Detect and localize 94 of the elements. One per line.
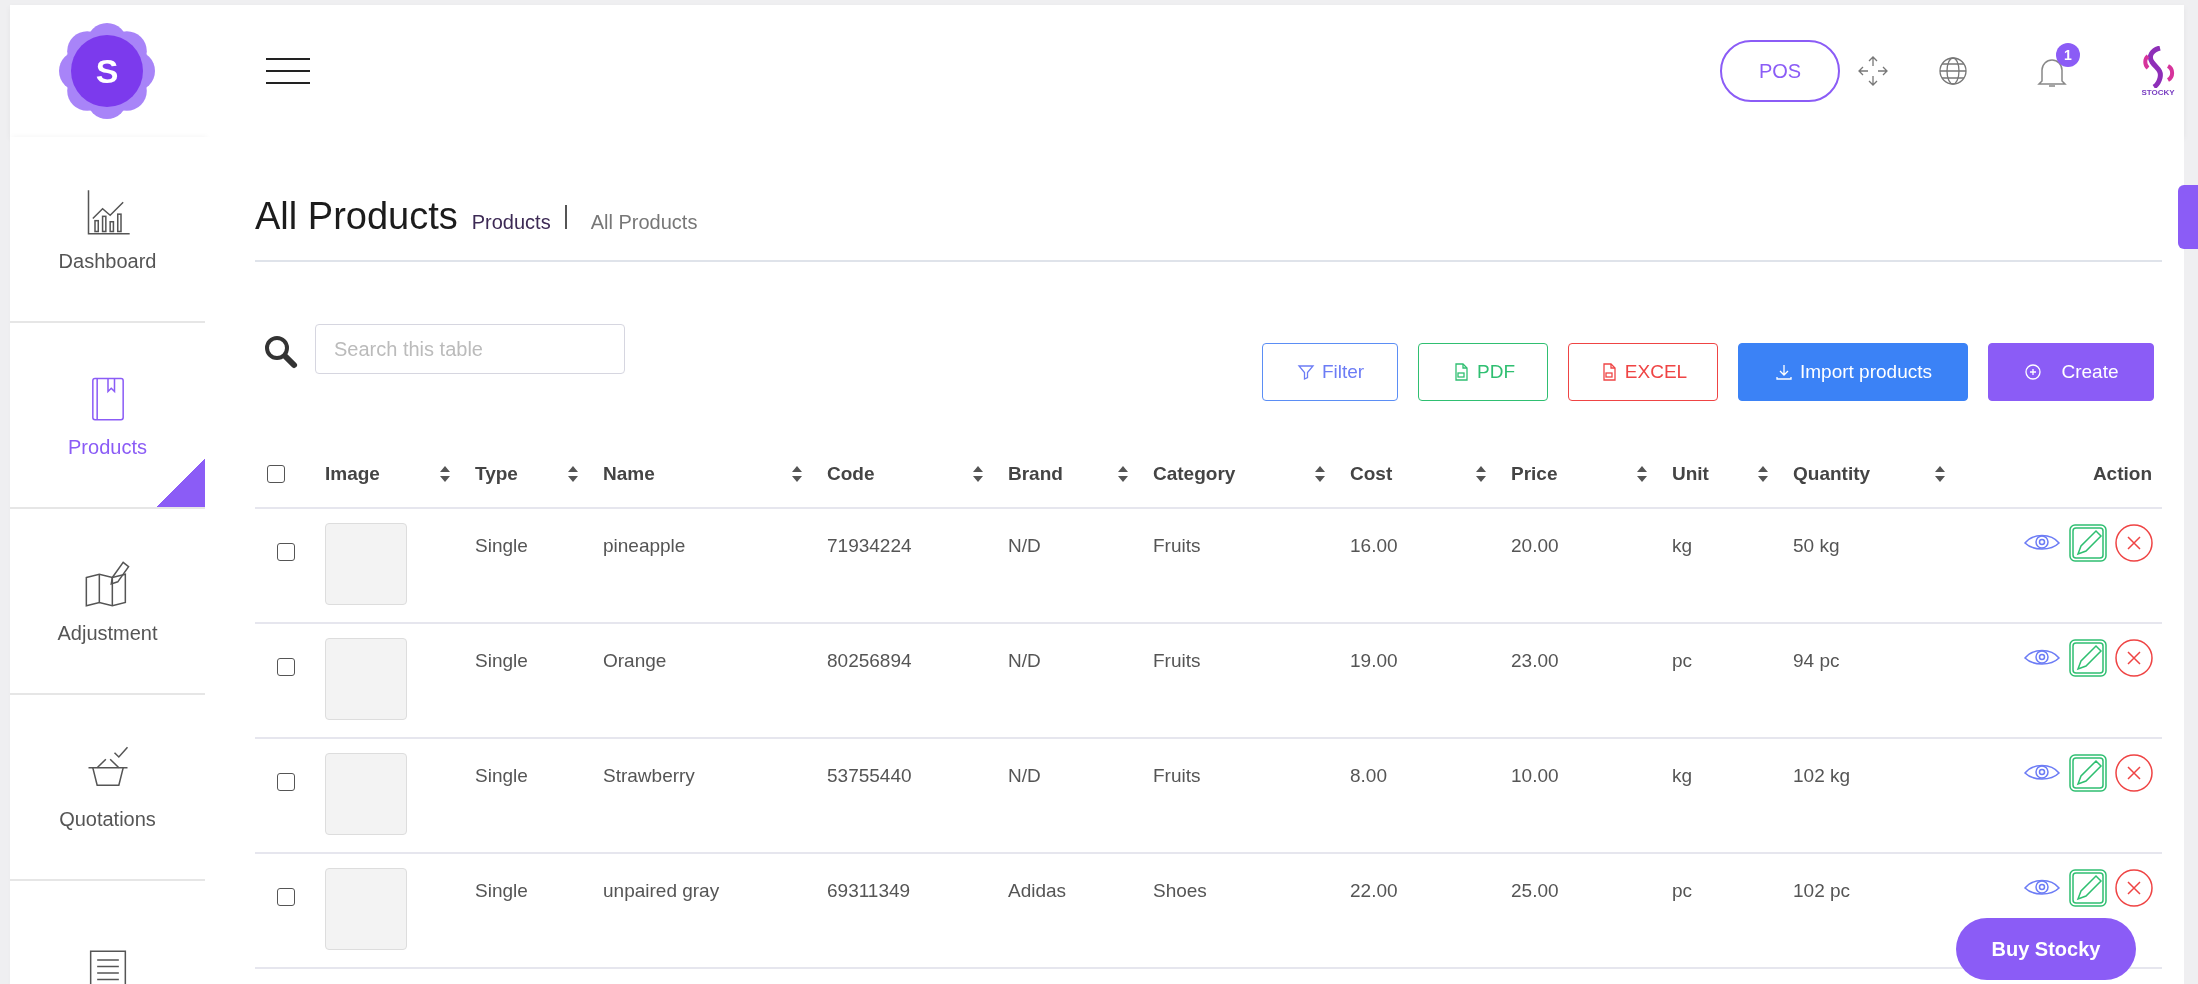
table-cell: 10.00 [1501,739,1662,854]
table-cell: 94 pc [1783,624,1960,739]
notification-badge: 1 [2056,43,2080,67]
column-header[interactable]: Unit [1662,441,1783,509]
create-button[interactable]: Create [1988,343,2154,401]
menu-icon[interactable] [266,56,310,86]
table-cell: 16.00 [1340,509,1501,624]
table-cell: N/D [998,624,1143,739]
table-cell: 50 kg [1783,509,1960,624]
filter-button[interactable]: Filter [1262,343,1398,401]
table-cell: Single [465,509,593,624]
import-button[interactable]: Import products [1738,343,1968,401]
column-header[interactable]: Category [1143,441,1340,509]
table-cell: N/D [998,739,1143,854]
edit-icon[interactable] [2068,523,2108,563]
buy-button[interactable]: Buy Stocky [1956,918,2136,980]
delete-icon[interactable] [2114,868,2154,908]
search-icon [263,334,299,370]
checkbox[interactable] [277,543,295,561]
table-cell: N/D [998,509,1143,624]
sidebar-label: Products [68,435,147,459]
sort-icon[interactable] [1934,465,1946,483]
table-cell: Fruits [1143,739,1340,854]
app-logo: S [52,21,162,121]
table-cell: Adidas [998,854,1143,969]
fullscreen-icon[interactable] [1856,54,1890,88]
sort-icon[interactable] [1757,465,1769,483]
table-cell: pc [1662,854,1783,969]
checkbox[interactable] [277,773,295,791]
table-cell: 71934224 [817,509,998,624]
table-cell: 102 kg [1783,739,1960,854]
table-cell: Strawberry [593,739,817,854]
excel-button[interactable]: EXCEL [1568,343,1718,401]
table-cell: Fruits [1143,509,1340,624]
column-header[interactable]: Name [593,441,817,509]
checkbox[interactable] [267,465,285,483]
table-cell: 20.00 [1501,509,1662,624]
column-header[interactable]: Quantity [1783,441,1960,509]
pos-button[interactable]: POS [1720,40,1840,102]
edit-icon[interactable] [2068,753,2108,793]
sidebar-label: Dashboard [58,249,157,273]
sort-icon[interactable] [1475,465,1487,483]
table-cell: unpaired gray [593,854,817,969]
table-cell: 23.00 [1501,624,1662,739]
column-header[interactable]: Image [315,441,465,509]
column-header[interactable]: Price [1501,441,1662,509]
table-cell: 22.00 [1340,854,1501,969]
sort-icon[interactable] [791,465,803,483]
download-icon [1774,362,1794,382]
s-logo-icon [2140,45,2176,88]
sort-icon[interactable] [1314,465,1326,483]
delete-icon[interactable] [2114,753,2154,793]
filter-icon [1295,362,1316,382]
sort-icon[interactable] [1636,465,1648,483]
page-title: All Products [255,195,458,238]
table-cell: kg [1662,739,1783,854]
sort-icon[interactable] [1117,465,1129,483]
table-cell: 25.00 [1501,854,1662,969]
table-cell: 69311349 [817,854,998,969]
sidebar-label: Quotations [59,807,156,831]
column-header[interactable]: Code [817,441,998,509]
edit-icon[interactable] [2068,638,2108,678]
column-header[interactable]: Type [465,441,593,509]
table-cell: 53755440 [817,739,998,854]
edit-icon[interactable] [2068,868,2108,908]
table-cell: Single [465,624,593,739]
column-header: Action [1960,441,2162,509]
column-header[interactable]: Brand [998,441,1143,509]
breadcrumb-link[interactable]: Products [467,211,551,234]
table-cell: pineapple [593,509,817,624]
sidebar-label: Adjustment [57,621,158,645]
breadcrumb-current: All Products [590,211,698,234]
table-cell: pc [1662,624,1783,739]
table-cell: Single [465,854,593,969]
checkbox[interactable] [277,658,295,676]
table-cell: Single [465,739,593,854]
table-cell: 8.00 [1340,739,1501,854]
table-cell: Fruits [1143,624,1340,739]
column-header[interactable]: Cost [1340,441,1501,509]
table-cell: 19.00 [1340,624,1501,739]
search-field[interactable]: Search this table [315,324,625,374]
table-cell: Orange [593,624,817,739]
table-cell: kg [1662,509,1783,624]
delete-icon[interactable] [2114,638,2154,678]
globe-icon[interactable] [1936,54,1970,88]
sort-icon[interactable] [439,465,451,483]
sort-icon[interactable] [567,465,579,483]
checkbox[interactable] [277,888,295,906]
sort-icon[interactable] [972,465,984,483]
delete-icon[interactable] [2114,523,2154,563]
plus-circle-icon [2023,362,2044,382]
table-cell: 80256894 [817,624,998,739]
logo-caption: STOCKY [2141,87,2175,97]
table-cell: Shoes [1143,854,1340,969]
